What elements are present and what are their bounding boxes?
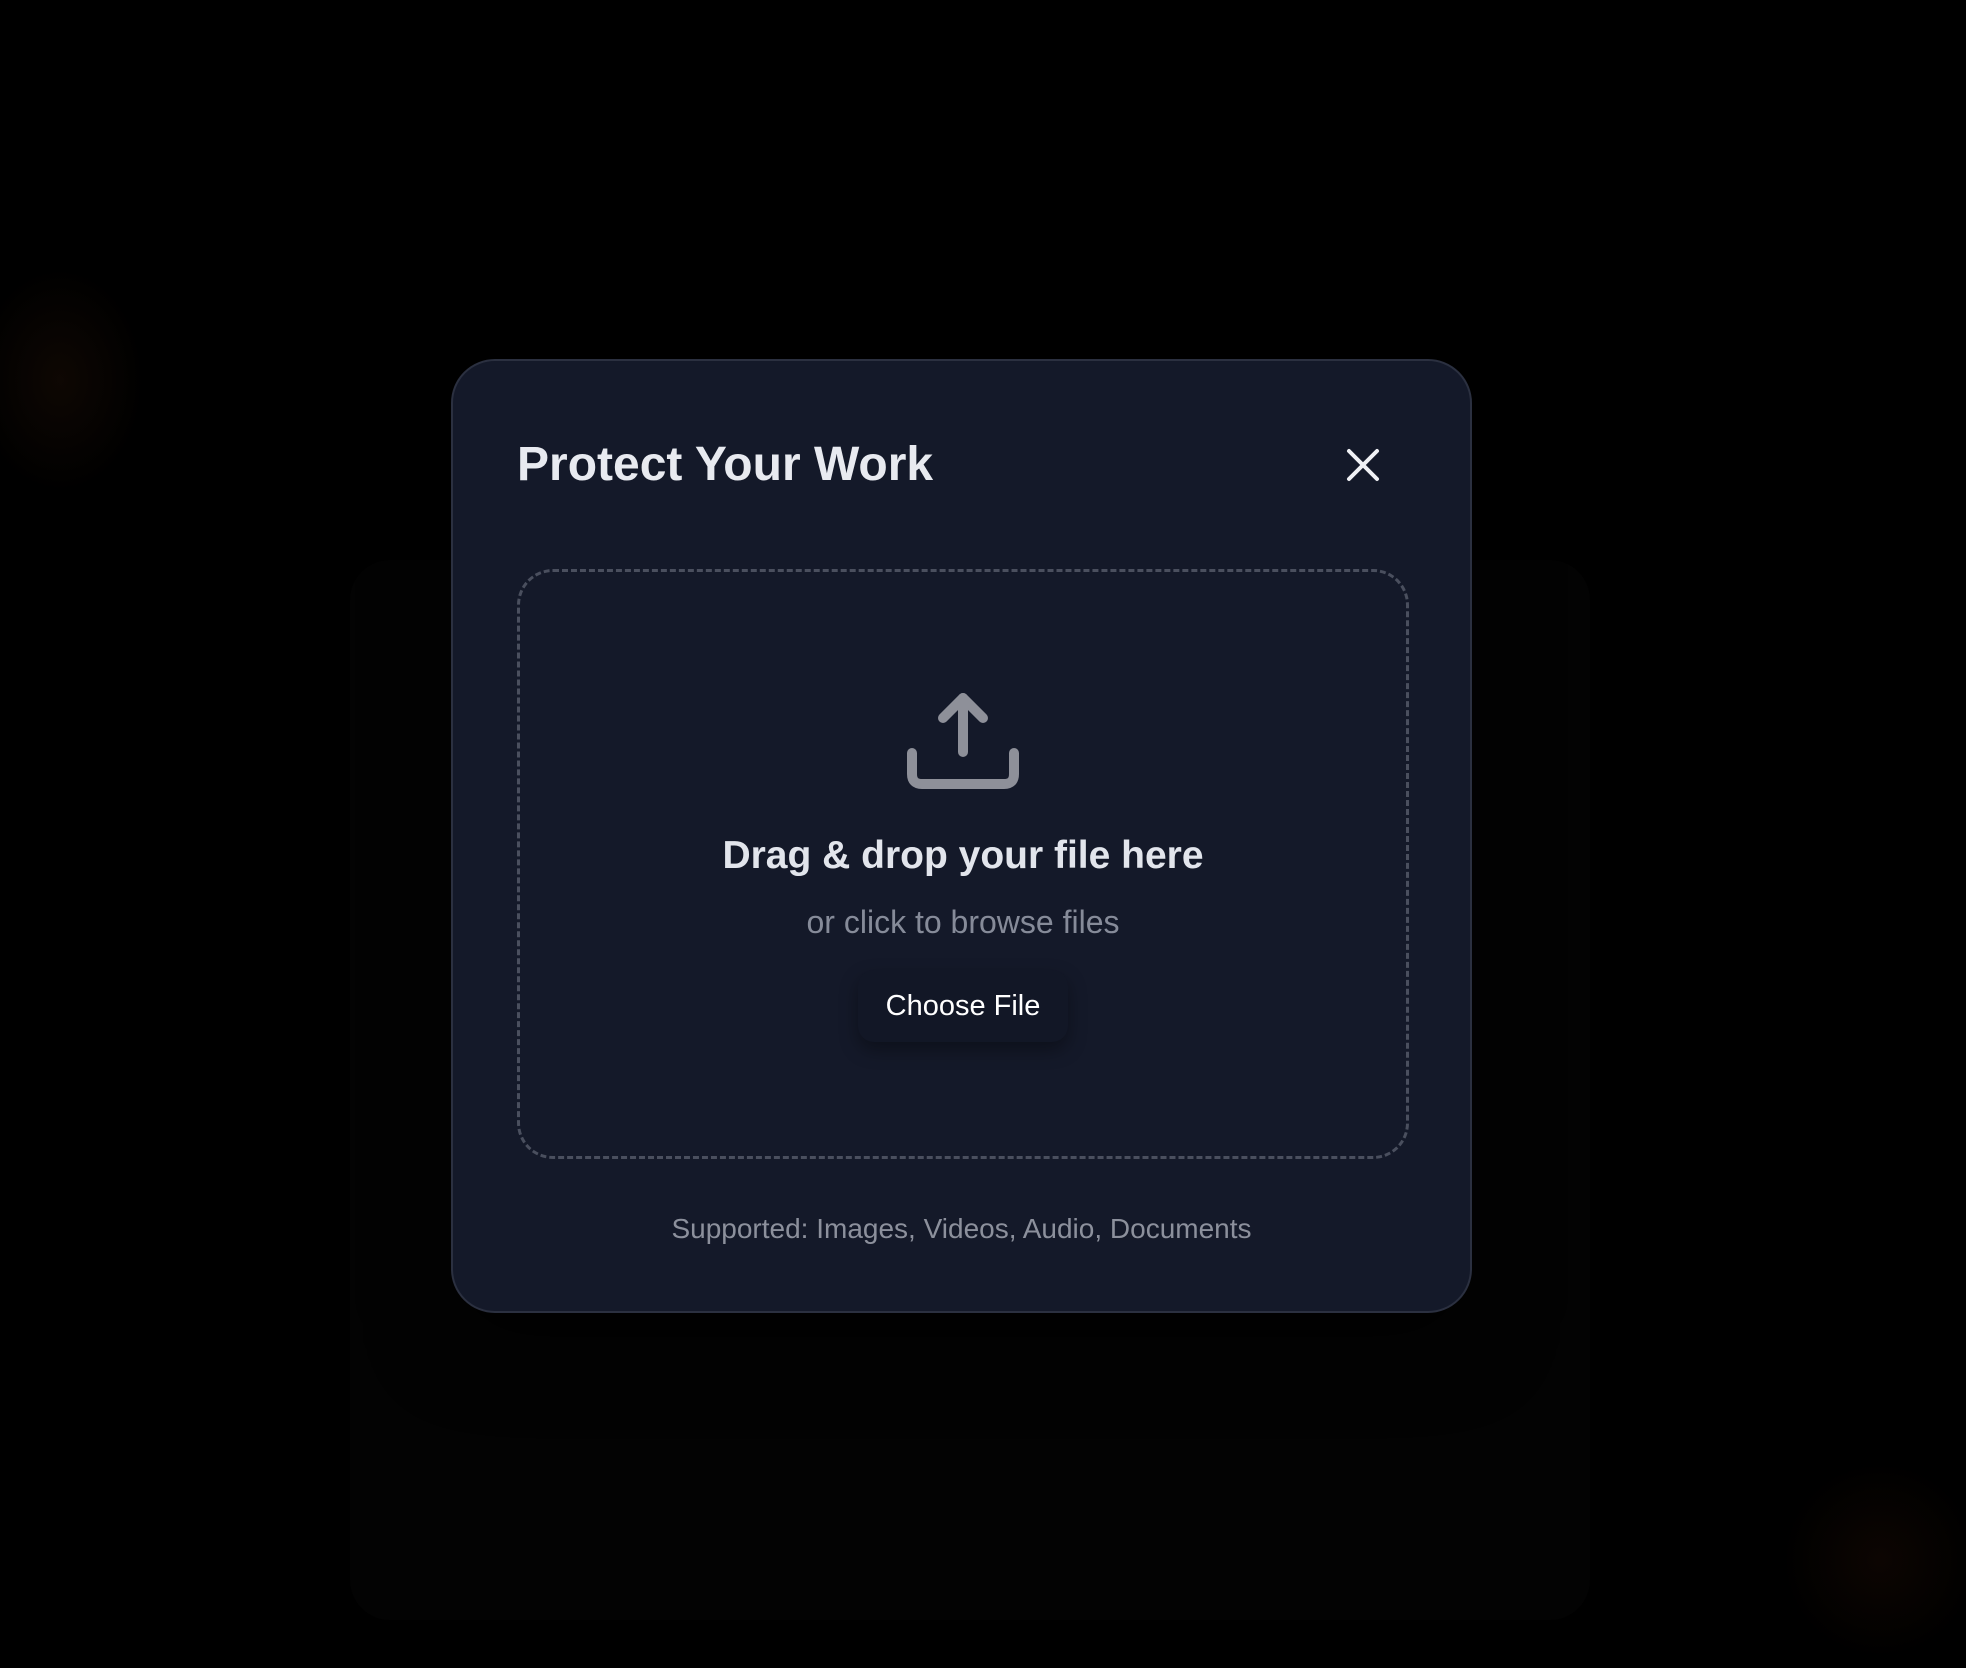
file-dropzone[interactable]: Drag & drop your file here or click to b… (517, 569, 1409, 1159)
upload-icon (903, 680, 1023, 800)
close-button[interactable] (1337, 439, 1389, 491)
dropzone-title: Drag & drop your file here (722, 834, 1204, 877)
dropzone-subtitle: or click to browse files (806, 904, 1120, 940)
choose-file-button[interactable]: Choose File (858, 970, 1068, 1042)
close-icon (1347, 449, 1379, 481)
upload-modal: Protect Your Work Drag & drop your file … (451, 359, 1472, 1313)
supported-formats-text: Supported: Images, Videos, Audio, Docume… (671, 1213, 1252, 1244)
modal-title: Protect Your Work (517, 438, 934, 491)
